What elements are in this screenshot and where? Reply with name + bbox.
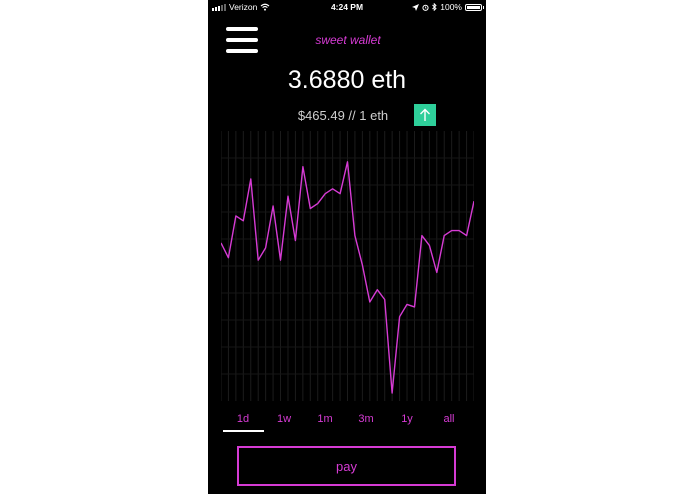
range-selector: 1d 1w 1m 3m 1y all <box>222 413 472 433</box>
arrow-up-icon <box>420 108 430 121</box>
balance-amount: 3.6880 eth <box>287 66 407 94</box>
alarm-icon <box>422 4 429 11</box>
battery-icon <box>465 3 484 11</box>
trend-badge <box>414 104 436 126</box>
range-tab-all[interactable]: all <box>429 413 469 425</box>
bluetooth-icon <box>432 3 437 11</box>
price-chart <box>221 131 474 401</box>
price-row: $465.49 // 1 eth <box>208 104 486 126</box>
status-bar: Verizon 4:24 PM 100% <box>208 0 486 14</box>
eth-price: $465.49 // 1 eth <box>297 108 389 123</box>
range-tab-1d[interactable]: 1d <box>223 413 263 425</box>
range-tab-1y[interactable]: 1y <box>387 413 427 425</box>
battery-percent: 100% <box>440 2 462 12</box>
chart-grid <box>221 131 474 401</box>
phone-screen: Verizon 4:24 PM 100% sweet wallet 3.6880… <box>208 0 486 494</box>
range-tab-3m[interactable]: 3m <box>346 413 386 425</box>
app-title: sweet wallet <box>315 33 381 47</box>
location-arrow-icon <box>412 3 420 11</box>
pay-button[interactable]: pay <box>237 446 456 486</box>
hamburger-menu-icon[interactable] <box>226 27 258 55</box>
range-tab-1m[interactable]: 1m <box>305 413 345 425</box>
selected-range-indicator <box>223 430 264 432</box>
range-tab-1w[interactable]: 1w <box>264 413 304 425</box>
status-right: 100% <box>412 0 484 14</box>
